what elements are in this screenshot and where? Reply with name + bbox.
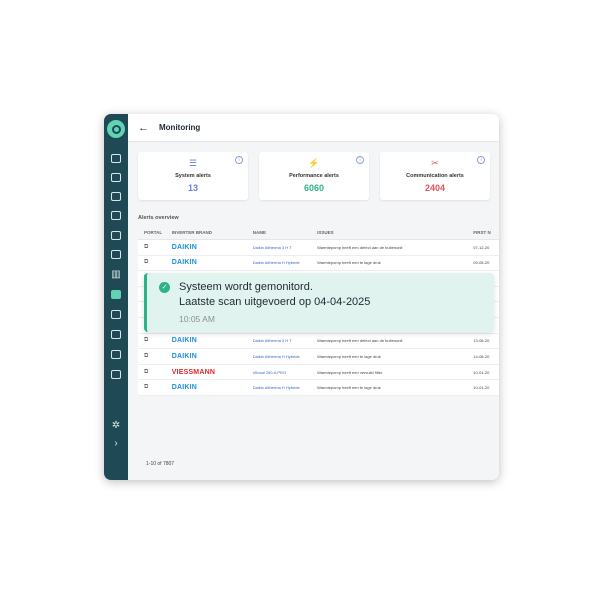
check-circle-icon: ✓ [159, 282, 170, 293]
brand-logo: DAIKIN [171, 384, 197, 392]
table-row[interactable]: ⧉ VIESSMANN Vitocal 250-A PROWarmtepomp he… [138, 364, 499, 381]
info-icon[interactable]: i [356, 156, 364, 164]
first-notified: 09-05-20 [473, 260, 490, 266]
external-link-icon[interactable]: ⧉ [144, 353, 148, 359]
device-name-link[interactable]: Daikin Altherma H Hybride [253, 354, 317, 359]
brand-logo: DAIKIN [171, 352, 197, 360]
alerts-overview-label: Alerts overview [138, 215, 179, 221]
issue-text: Warmtepomp heeft een te lage druk [317, 385, 381, 391]
issue-text: Warmtepomp heeft een defect aan de buite… [317, 244, 403, 250]
column-header-first[interactable]: FIRST N [473, 230, 499, 235]
card-label: Performance alerts [289, 173, 339, 179]
column-header-brand[interactable]: INVERTER BRAND [172, 230, 253, 235]
status-toast: ✓ Systeem wordt gemonitord. Laatste scan… [144, 273, 494, 332]
table-row[interactable]: ⧉ DAIKIN Daikin Altherma 3 H T Warmtepomp h… [138, 333, 499, 350]
brand-logo: DAIKIN [171, 243, 197, 251]
first-notified: 13-06-20 [473, 338, 490, 344]
first-notified: 10-01-20 [473, 385, 490, 391]
info-icon[interactable]: i [235, 156, 243, 164]
brand-logo: DAIKIN [171, 337, 197, 345]
pagination-count: 1-10 of 7807 [146, 461, 175, 467]
message-icon[interactable] [111, 310, 121, 319]
toast-timestamp: 10:05 AM [179, 314, 215, 324]
external-link-icon[interactable]: ⧉ [144, 244, 148, 250]
external-link-icon[interactable]: ⧉ [144, 384, 148, 390]
back-arrow-icon[interactable]: ← [138, 122, 149, 134]
external-link-icon[interactable]: ⧉ [144, 369, 148, 375]
alert-cards: i ☰ System alerts 13 i ⚡ Performance ale… [138, 152, 499, 200]
document-icon[interactable] [111, 231, 121, 240]
table-row[interactable]: ⧉ DAIKIN Daikin Altherma H Hybride Warmtepo… [138, 380, 499, 396]
page-title: Monitoring [159, 123, 201, 132]
brand-logo: VIESSMANN [171, 368, 216, 376]
column-header-issues[interactable]: ISSUES [317, 230, 473, 235]
chart-icon[interactable]: ▥ [110, 270, 122, 280]
device-name-link[interactable]: Daikin Altherma H Hybride [253, 260, 317, 265]
toast-message: Systeem wordt gemonitord. [179, 281, 313, 293]
system-alerts-card[interactable]: i ☰ System alerts 13 [138, 152, 248, 200]
page-header: ← Monitoring [128, 114, 499, 142]
signal-icon: ✂ [431, 158, 439, 168]
device-name-link[interactable]: Vitocal 250-A PRO [253, 370, 317, 375]
table-row[interactable]: ⧉ DAIKIN Daikin Altherma H Hybride Warmtepo… [138, 349, 499, 365]
card-value: 13 [187, 183, 198, 193]
calendar-icon[interactable] [111, 192, 121, 201]
first-notified: 14-08-20 [473, 353, 490, 359]
column-header-name[interactable]: NAME [253, 230, 317, 235]
chevron-right-icon[interactable]: › [110, 439, 122, 449]
device-icon[interactable] [111, 330, 121, 339]
table-header: PORTAL INVERTER BRAND NAME ISSUES FIRST … [138, 226, 499, 240]
table-row[interactable]: ⧉ DAIKIN Daikin Altherma 3 H T Warmtepomp h… [138, 240, 499, 256]
monitoring-icon[interactable] [111, 290, 121, 299]
issue-text: Warmtepomp heeft een te lage druk [317, 353, 381, 359]
toast-scan-info: Laatste scan uitgevoerd op 04-04-2025 [179, 296, 371, 308]
issue-text: Warmtepomp heeft een te lage druk [317, 260, 381, 266]
gear-icon[interactable]: ✲ [110, 421, 122, 431]
column-header-portal[interactable]: PORTAL [138, 230, 172, 235]
info-icon[interactable]: i [477, 156, 485, 164]
card-value: 2404 [424, 183, 446, 193]
first-notified: 10-01-20 [473, 369, 490, 375]
device-name-link[interactable]: Daikin Altherma H Hybride [253, 385, 317, 390]
camera-icon[interactable] [111, 370, 121, 379]
brand-logo: DAIKIN [171, 259, 197, 267]
external-link-icon[interactable]: ⧉ [144, 259, 148, 265]
table-row[interactable]: ⧉ DAIKIN Daikin Altherma H Hybride Warmtepo… [138, 255, 499, 272]
sidebar: ▥ ✲ › [104, 114, 128, 480]
issue-text: Warmtepomp heeft een defect aan de buite… [317, 338, 403, 344]
performance-alerts-card[interactable]: i ⚡ Performance alerts 6060 [259, 152, 369, 200]
external-link-icon[interactable]: ⧉ [144, 337, 148, 343]
file-icon[interactable] [111, 250, 121, 259]
device-name-link[interactable]: Daikin Altherma 3 H T [253, 338, 317, 343]
lightning-icon: ⚡ [308, 158, 320, 168]
issue-text: Warmtepomp heeft een vervuild filter [317, 369, 383, 375]
user-card-icon[interactable] [111, 350, 121, 359]
first-notified: 07-12-20 [473, 244, 490, 250]
inbox-icon[interactable] [111, 173, 121, 182]
device-name-link[interactable]: Daikin Altherma 3 H T [253, 245, 317, 250]
card-label: System alerts [175, 173, 211, 179]
card-label: Communication alerts [406, 173, 464, 179]
folder-icon[interactable] [111, 211, 121, 220]
list-icon: ☰ [188, 158, 198, 168]
card-value: 6060 [303, 183, 325, 193]
communication-alerts-card[interactable]: i ✂ Communication alerts 2404 [380, 152, 490, 200]
app-logo[interactable] [107, 120, 125, 138]
dashboard-icon[interactable] [111, 154, 121, 163]
